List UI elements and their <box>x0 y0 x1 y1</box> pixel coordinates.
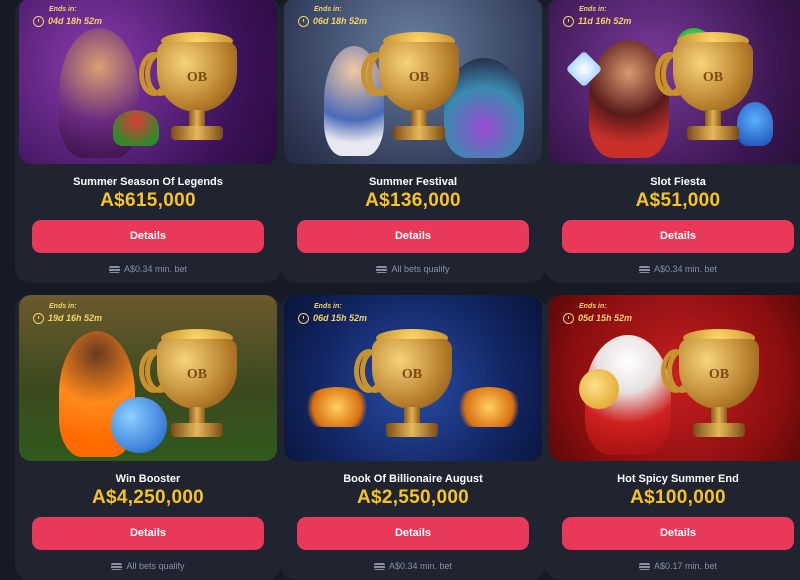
ends-in: Ends in: 06d 18h 52m <box>298 6 367 27</box>
tournament-title: Hot Spicy Summer End <box>617 473 739 485</box>
details-button[interactable]: Details <box>32 220 264 253</box>
ends-in-label: Ends in: <box>49 6 77 13</box>
ends-in: Ends in: 11d 16h 52m <box>563 6 631 27</box>
tournament-title: Book Of Billionaire August <box>343 473 483 485</box>
bet-requirement-text: All bets qualify <box>391 264 450 274</box>
tournament-card[interactable]: Ends in: 06d 15h 52m OB Book Of Billiona… <box>280 295 546 580</box>
coins-icon <box>373 563 385 571</box>
details-button[interactable]: Details <box>562 517 794 550</box>
bet-requirement: A$0.34 min. bet <box>280 561 546 571</box>
ends-in: Ends in: 06d 15h 52m <box>298 303 367 324</box>
ends-in-time: 05d 15h 52m <box>578 313 633 323</box>
watermelon-image <box>113 110 159 146</box>
bet-requirement: A$0.17 min. bet <box>545 561 800 571</box>
ends-in-time: 11d 16h 52m <box>578 16 632 26</box>
details-button[interactable]: Details <box>32 517 264 550</box>
bet-requirement-text: A$0.34 min. bet <box>653 264 718 274</box>
ends-in-label: Ends in: <box>579 6 607 13</box>
ends-in: Ends in: 19d 16h 52m <box>33 303 102 324</box>
tournament-card[interactable]: Ends in: 05d 15h 52m OB Hot Spicy Summer… <box>545 295 800 580</box>
bet-requirement: A$0.34 min. bet <box>545 264 800 274</box>
details-button[interactable]: Details <box>297 517 529 550</box>
gold-coin-image <box>579 369 619 409</box>
tournament-prize: A$2,550,000 <box>356 487 470 508</box>
details-button[interactable]: Details <box>297 220 529 253</box>
bet-requirement-text: A$0.34 min. bet <box>388 561 453 571</box>
stopwatch-icon <box>563 313 574 324</box>
details-button[interactable]: Details <box>562 220 794 253</box>
fiesta-woman-character-image <box>589 40 669 158</box>
ends-in: Ends in: 04d 18h 52m <box>33 6 102 27</box>
stopwatch-icon <box>33 313 44 324</box>
tournament-banner[interactable]: Ends in: 06d 18h 52m OB <box>284 0 542 164</box>
football-image <box>111 397 167 453</box>
ends-in-time: 06d 18h 52m <box>313 16 368 26</box>
ends-in-label: Ends in: <box>314 303 342 310</box>
tournament-prize: A$100,000 <box>630 487 726 508</box>
bet-requirement: A$0.34 min. bet <box>15 264 281 274</box>
ends-in-label: Ends in: <box>49 303 77 310</box>
stopwatch-icon <box>33 16 44 27</box>
llama-image <box>737 102 773 146</box>
ends-in-time: 06d 15h 52m <box>313 313 368 323</box>
tournament-prize: A$615,000 <box>100 190 196 211</box>
bet-requirement-text: All bets qualify <box>126 561 185 571</box>
coins-icon <box>111 563 123 571</box>
flaming-book-right-image <box>454 387 524 427</box>
stopwatch-icon <box>563 16 574 27</box>
bet-requirement: All bets qualify <box>15 561 281 571</box>
ends-in-time: 19d 16h 52m <box>48 313 103 323</box>
tournament-banner[interactable]: Ends in: 04d 18h 52m OB <box>19 0 277 164</box>
tournament-card[interactable]: Ends in: 19d 16h 52m OB Win Booster A$4,… <box>15 295 281 580</box>
tournament-title: Summer Festival <box>368 176 458 188</box>
coins-icon <box>638 266 650 274</box>
bet-requirement-text: A$0.17 min. bet <box>653 561 718 571</box>
tournament-banner[interactable]: Ends in: 11d 16h 52m OB <box>549 0 800 164</box>
tournament-prize: A$136,000 <box>365 190 461 211</box>
ends-in-label: Ends in: <box>314 6 342 13</box>
coins-icon <box>108 266 120 274</box>
stopwatch-icon <box>298 16 309 27</box>
coins-icon <box>638 563 650 571</box>
tournament-title: Slot Fiesta <box>650 176 706 188</box>
tournament-card[interactable]: Ends in: 04d 18h 52m OB Summer Season Of… <box>15 0 281 283</box>
ends-in-label: Ends in: <box>579 303 607 310</box>
tournament-title: Win Booster <box>115 473 181 485</box>
tournament-prize: A$51,000 <box>635 190 721 211</box>
ends-in: Ends in: 05d 15h 52m <box>563 303 632 324</box>
stopwatch-icon <box>298 313 309 324</box>
ends-in-time: 04d 18h 52m <box>48 16 103 26</box>
bet-requirement-text: A$0.34 min. bet <box>123 264 188 274</box>
tournament-banner[interactable]: Ends in: 06d 15h 52m OB <box>284 295 542 461</box>
tournament-banner[interactable]: Ends in: 19d 16h 52m OB <box>19 295 277 461</box>
tournament-title: Summer Season Of Legends <box>73 176 223 188</box>
tournament-card[interactable]: Ends in: 11d 16h 52m OB Slot Fiesta A$51… <box>545 0 800 283</box>
bet-requirement: All bets qualify <box>280 264 546 274</box>
flaming-book-left-image <box>302 387 372 427</box>
tournament-prize: A$4,250,000 <box>91 487 205 508</box>
tournament-banner[interactable]: Ends in: 05d 15h 52m OB <box>549 295 800 461</box>
tournament-card[interactable]: Ends in: 06d 18h 52m OB Summer Festival … <box>280 0 546 283</box>
coins-icon <box>376 266 388 274</box>
